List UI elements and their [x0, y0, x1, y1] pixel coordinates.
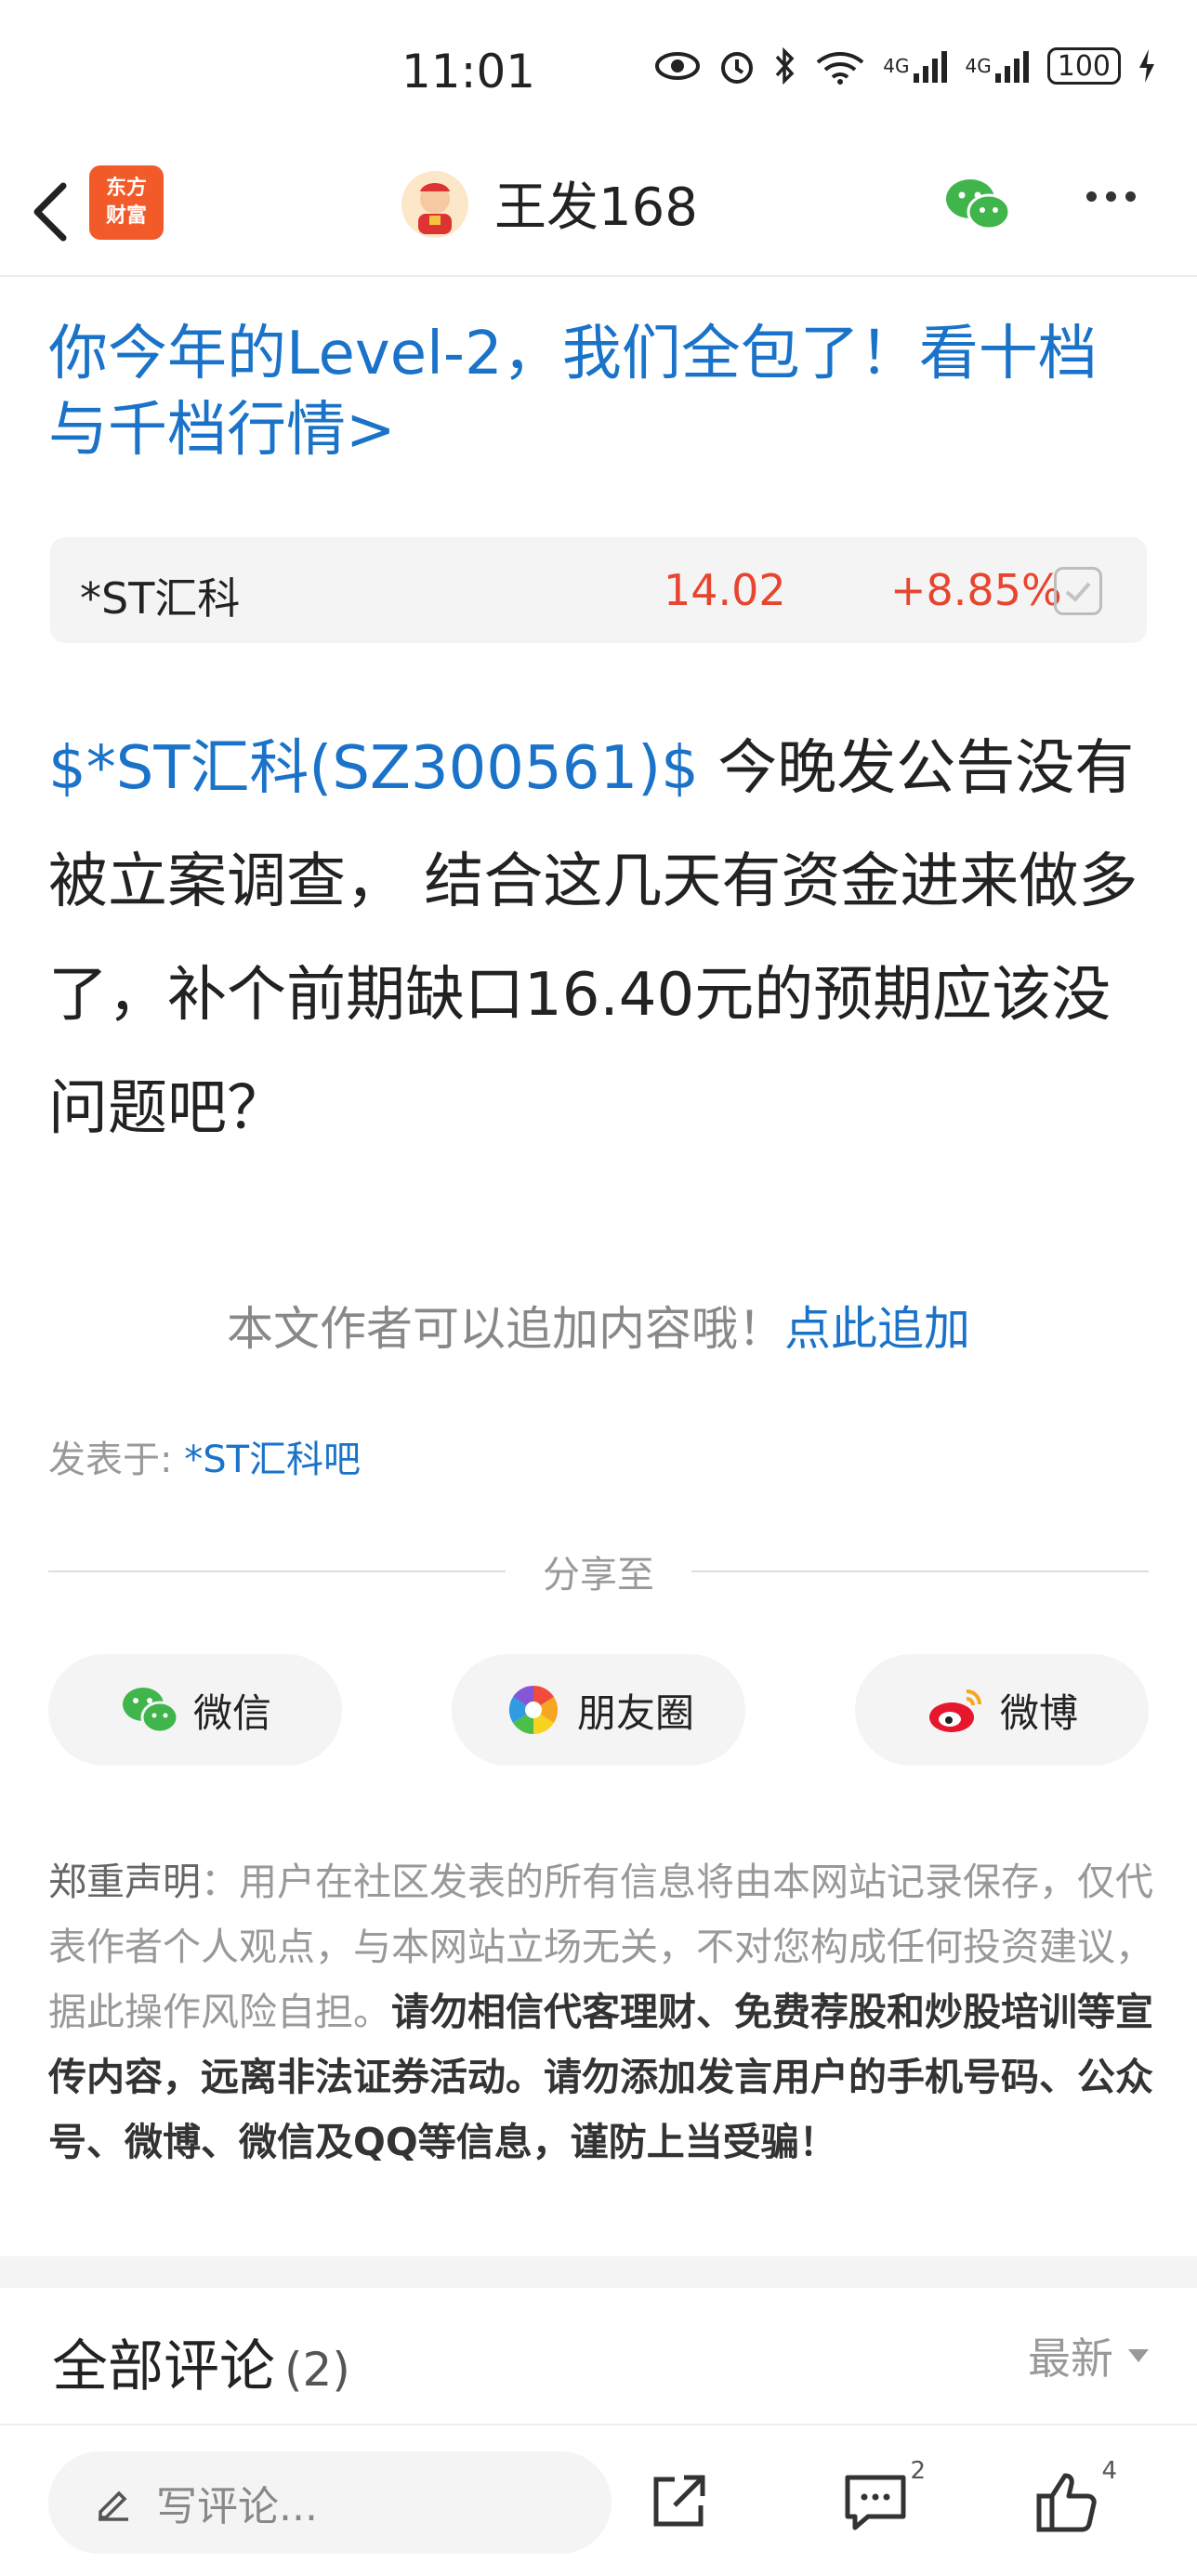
like-count-badge: 4 [1101, 2457, 1117, 2485]
battery-indicator: 100 [1046, 47, 1121, 85]
share-wechat-label: 微信 [192, 1689, 271, 1736]
append-content-row: 本文作者可以追加内容哦！点此追加 [0, 1292, 1197, 1359]
watchlist-checkbox[interactable] [1054, 567, 1102, 615]
section-separator [0, 2256, 1197, 2288]
level2-promo-link[interactable]: 你今年的Level-2，我们全包了！看十档与千档行情> [48, 316, 1154, 468]
share-divider: 分享至 [48, 1543, 1149, 1598]
divider-line [691, 1571, 1149, 1572]
comments-header: 全部评论 (2) 最新 [0, 2288, 1197, 2424]
share-weibo-label: 微博 [999, 1689, 1078, 1736]
share-out-icon[interactable] [643, 2466, 714, 2537]
logo-line-2: 财富 [105, 204, 147, 228]
charging-icon [1138, 46, 1156, 85]
sort-label: 最新 [1028, 2333, 1113, 2384]
wechat-icon [122, 1688, 179, 1734]
append-link[interactable]: 点此追加 [784, 1302, 970, 1356]
alarm-icon [717, 46, 756, 85]
stock-name: *ST汇科 [80, 573, 241, 624]
comments-title: 全部评论 (2) [52, 2321, 350, 2402]
status-time: 11:01 [401, 45, 536, 99]
signal-1-icon: 4G [883, 46, 948, 85]
bluetooth-icon [773, 46, 797, 85]
stock-price: 14.02 [664, 565, 786, 615]
disclaimer: 郑重声明：用户在社区发表的所有信息将由本网站记录保存，仅代表作者个人观点，与本网… [48, 1849, 1154, 2175]
post-body: $*ST汇科(SZ300561)$ 今晚发公告没有被立案调查， 结合这几天有资金… [48, 712, 1164, 1165]
share-wechat-button[interactable]: 微信 [48, 1654, 342, 1766]
eye-icon [654, 46, 701, 85]
more-options-icon[interactable] [1082, 188, 1141, 225]
network-type-2: 4G [965, 55, 992, 77]
comment-bubble-icon[interactable]: 2 [840, 2457, 926, 2537]
comments-title-text: 全部评论 [52, 2334, 275, 2399]
check-icon [1065, 582, 1091, 602]
share-moments-button[interactable]: 朋友圈 [452, 1654, 745, 1766]
forum-link[interactable]: *ST汇科吧 [184, 1439, 361, 1481]
stock-quote-card[interactable]: *ST汇科 14.02 +8.85% [50, 537, 1147, 643]
stock-tag-link[interactable]: $*ST汇科(SZ300561)$ [48, 734, 699, 803]
posted-in-label: 发表于: [48, 1439, 185, 1481]
network-type-1: 4G [883, 55, 910, 77]
more-dot [1125, 191, 1136, 202]
wechat-share-icon[interactable] [942, 175, 1013, 234]
signal-2-icon: 4G [966, 46, 1031, 85]
comments-sort-dropdown[interactable]: 最新 [1028, 2325, 1149, 2386]
app-logo[interactable]: 东方 财富 [89, 165, 164, 240]
weibo-icon [928, 1689, 981, 1732]
comment-placeholder: 写评论... [156, 2483, 318, 2530]
pencil-icon [99, 2491, 128, 2521]
more-dot [1106, 191, 1116, 202]
moments-icon [508, 1685, 559, 1735]
share-weibo-button[interactable]: 微博 [855, 1654, 1149, 1766]
bottom-action-bar: 写评论... 2 4 [0, 2424, 1197, 2576]
logo-line-1: 东方 [105, 177, 147, 200]
append-prompt: 本文作者可以追加内容哦！ [227, 1302, 784, 1356]
comments-count: (2) [284, 2343, 350, 2397]
back-arrow-icon[interactable] [26, 175, 78, 249]
share-moments-label: 朋友圈 [576, 1689, 694, 1736]
more-dot [1086, 191, 1097, 202]
stock-change: +8.85% [890, 565, 1062, 615]
nav-title[interactable]: 王发168 [494, 171, 698, 245]
author-avatar[interactable] [401, 171, 468, 238]
wifi-icon [814, 46, 866, 85]
caret-down-icon [1128, 2349, 1149, 2362]
status-bar: 11:01 4G 4G 100 [0, 0, 1197, 149]
share-buttons: 微信 朋友圈 微博 [48, 1654, 1149, 1766]
post-detail-page: 11:01 4G 4G 100 东方 财富 王发168 你今年的Level-2，… [0, 0, 1197, 2576]
write-comment-input[interactable]: 写评论... [48, 2451, 612, 2554]
disclaimer-lead: 郑重声明 [48, 1860, 201, 1904]
reply-count-badge: 2 [910, 2457, 926, 2485]
status-icons: 4G 4G 100 [654, 46, 1156, 85]
thumbs-up-icon[interactable]: 4 [1032, 2457, 1117, 2537]
nav-bar: 东方 财富 王发168 [0, 149, 1197, 277]
posted-in: 发表于: *ST汇科吧 [48, 1429, 361, 1483]
